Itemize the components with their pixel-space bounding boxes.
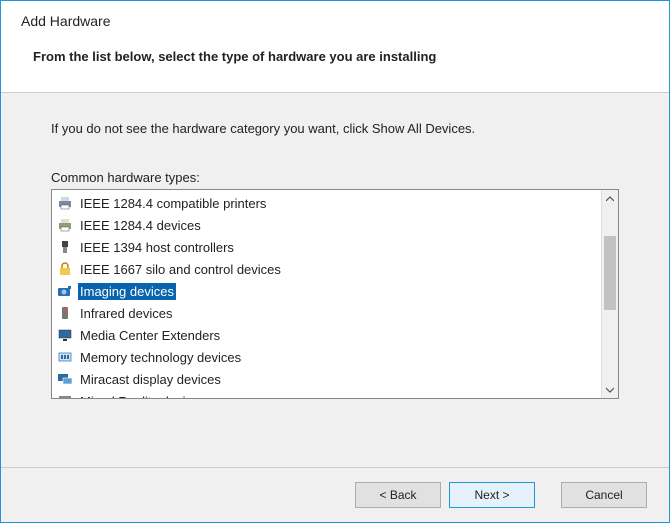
- device-icon: [56, 195, 74, 211]
- back-button[interactable]: < Back: [355, 482, 441, 508]
- device-icon: [56, 327, 74, 343]
- list-item-label: Memory technology devices: [78, 349, 243, 366]
- list-item[interactable]: IEEE 1284.4 compatible printers: [52, 192, 601, 214]
- dialog-title: Add Hardware: [21, 13, 649, 29]
- list-item[interactable]: Imaging devices: [52, 280, 601, 302]
- list-item-label: IEEE 1284.4 compatible printers: [78, 195, 268, 212]
- wizard-footer: < Back Next > Cancel: [1, 468, 669, 522]
- wizard-header: Add Hardware From the list below, select…: [1, 1, 669, 93]
- info-text: If you do not see the hardware category …: [51, 121, 619, 136]
- device-icon: [56, 283, 74, 299]
- device-icon: [56, 349, 74, 365]
- wizard-body: If you do not see the hardware category …: [1, 93, 669, 468]
- list-item[interactable]: Mixed Reality devices: [52, 390, 601, 398]
- list-item[interactable]: Memory technology devices: [52, 346, 601, 368]
- list-item-label: Infrared devices: [78, 305, 175, 322]
- list-item-label: Mixed Reality devices: [78, 393, 208, 399]
- device-icon: [56, 217, 74, 233]
- list-item[interactable]: IEEE 1284.4 devices: [52, 214, 601, 236]
- list-item-label: IEEE 1284.4 devices: [78, 217, 203, 234]
- cancel-button[interactable]: Cancel: [561, 482, 647, 508]
- list-item[interactable]: Media Center Extenders: [52, 324, 601, 346]
- list-item-label: Media Center Extenders: [78, 327, 222, 344]
- list-item[interactable]: IEEE 1394 host controllers: [52, 236, 601, 258]
- list-item-label: IEEE 1667 silo and control devices: [78, 261, 283, 278]
- list-item[interactable]: Infrared devices: [52, 302, 601, 324]
- device-icon: [56, 305, 74, 321]
- device-icon: [56, 239, 74, 255]
- scroll-thumb[interactable]: [604, 236, 616, 310]
- list-item-label: Miracast display devices: [78, 371, 223, 388]
- list-item-label: IEEE 1394 host controllers: [78, 239, 236, 256]
- page-title: From the list below, select the type of …: [33, 49, 649, 64]
- hardware-listbox[interactable]: IEEE 1284.4 compatible printers IEEE 1284…: [51, 189, 619, 399]
- scroll-down-button[interactable]: [602, 381, 618, 398]
- device-icon: [56, 261, 74, 277]
- next-button[interactable]: Next >: [449, 482, 535, 508]
- device-icon: [56, 371, 74, 387]
- list-item[interactable]: IEEE 1667 silo and control devices: [52, 258, 601, 280]
- list-item-label: Imaging devices: [78, 283, 176, 300]
- scrollbar[interactable]: [601, 190, 618, 398]
- list-label: Common hardware types:: [51, 170, 619, 185]
- list-item[interactable]: Miracast display devices: [52, 368, 601, 390]
- scroll-up-button[interactable]: [602, 190, 618, 207]
- device-icon: [56, 393, 74, 398]
